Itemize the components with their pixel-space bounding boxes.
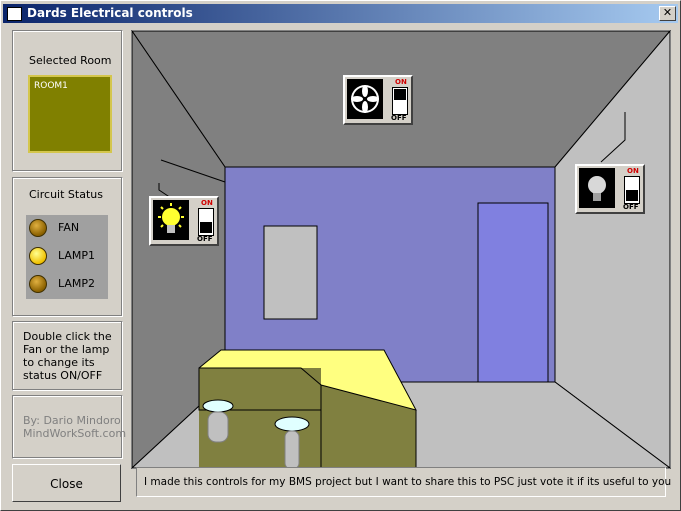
author-website: MindWorkSoft.com — [23, 427, 127, 440]
lamp1-switch[interactable] — [198, 208, 214, 236]
fan-switch-on-label: ON — [395, 78, 407, 86]
lamp2-switch-off-label: OFF — [623, 203, 639, 211]
close-button[interactable]: Close — [12, 464, 121, 502]
circuit-status-label: Circuit Status — [29, 188, 103, 201]
circuit-status-panel: Circuit Status FAN LAMP1 LAMP2 — [12, 177, 123, 317]
chair-right-seat — [274, 416, 310, 432]
fan-device[interactable]: ON OFF — [343, 75, 413, 125]
author-name: By: Dario Mindoro — [23, 414, 121, 427]
lamp2-device[interactable]: ON OFF — [575, 164, 645, 214]
window-frame — [263, 225, 318, 320]
lamp1-device[interactable]: ON OFF — [149, 196, 219, 246]
lamp1-switch-off-label: OFF — [197, 235, 213, 243]
fan-icon[interactable] — [347, 79, 383, 119]
lamp1-status-label: LAMP1 — [58, 249, 96, 262]
bulb-on-icon[interactable] — [153, 200, 189, 240]
bulb-off-icon[interactable] — [579, 168, 615, 208]
chair-left-base — [207, 411, 229, 443]
lamp1-switch-on-label: ON — [201, 199, 213, 207]
author-panel: By: Dario Mindoro MindWorkSoft.com — [12, 395, 127, 459]
selected-room-box[interactable]: ROOM1 — [28, 75, 112, 153]
fan-status-label: FAN — [58, 221, 80, 234]
fan-switch[interactable] — [392, 87, 408, 115]
fan-switch-off-label: OFF — [391, 114, 407, 122]
title-bar: Dards Electrical controls ✕ — [3, 4, 678, 23]
circuit-status-list: FAN LAMP1 LAMP2 — [26, 215, 108, 299]
window-close-icon[interactable]: ✕ — [659, 6, 676, 21]
chair-left-seat — [202, 399, 234, 413]
fan-status-led[interactable] — [29, 219, 47, 237]
selected-room-panel: Selected Room ROOM1 — [12, 30, 123, 172]
selected-room-value: ROOM1 — [34, 81, 68, 91]
selected-room-label: Selected Room — [29, 54, 112, 67]
chair-right-base — [284, 430, 300, 469]
lamp2-switch[interactable] — [624, 176, 640, 204]
lamp2-switch-on-label: ON — [627, 167, 639, 175]
app-icon — [7, 7, 22, 21]
door — [477, 202, 549, 383]
lamp2-status-label: LAMP2 — [58, 277, 96, 290]
main-window: Dards Electrical controls ✕ Selected Roo… — [0, 0, 681, 511]
status-bar: I made this controls for my BMS project … — [136, 467, 671, 497]
lamp1-status-led[interactable] — [29, 247, 47, 265]
help-text: Double click the Fan or the lamp to chan… — [23, 330, 112, 382]
status-bar-text: I made this controls for my BMS project … — [144, 476, 672, 488]
help-panel: Double click the Fan or the lamp to chan… — [12, 321, 123, 391]
window-title: Dards Electrical controls — [27, 6, 193, 20]
lamp2-status-led[interactable] — [29, 275, 47, 293]
